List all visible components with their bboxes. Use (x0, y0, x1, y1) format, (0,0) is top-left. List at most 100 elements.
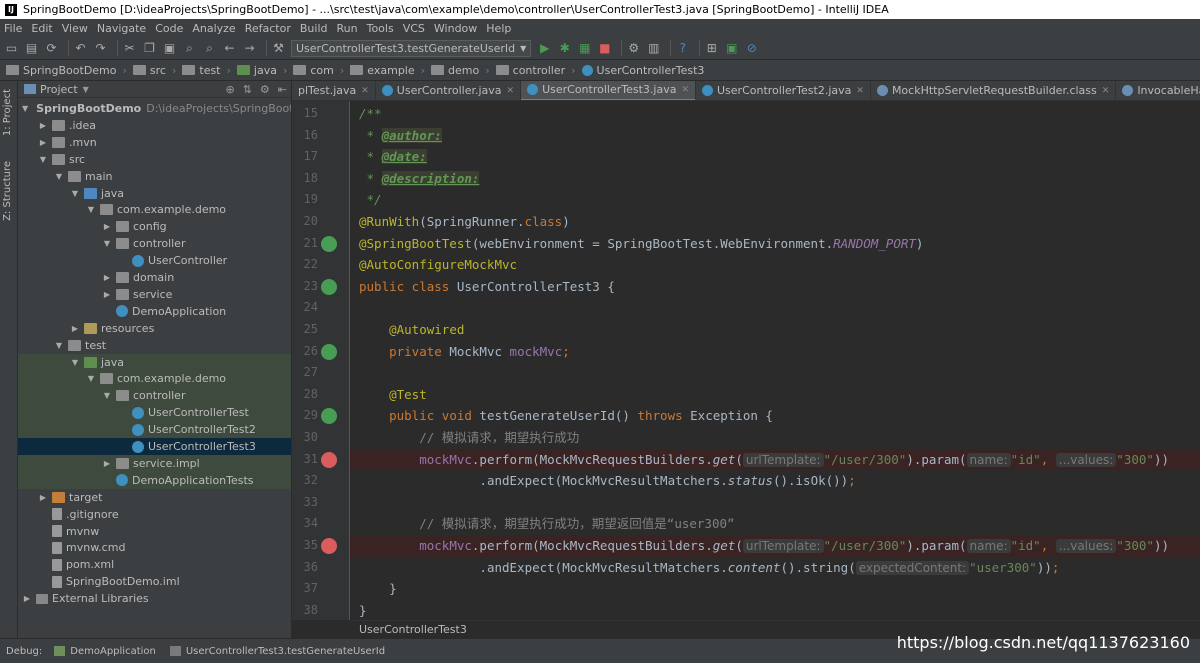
chevron-right-icon[interactable]: ▶ (38, 493, 48, 502)
stop-icon[interactable]: ■ (597, 41, 612, 56)
paste-icon[interactable]: ▣ (162, 41, 177, 56)
replace-icon[interactable]: ⌕ (202, 41, 217, 56)
editor-tab[interactable]: InvocableHandlerMethod.class✕ (1116, 81, 1200, 100)
chevron-right-icon[interactable]: ▶ (102, 222, 112, 231)
chevron-down-icon[interactable]: ▼ (102, 391, 112, 400)
breadcrumb-item[interactable]: UserControllerTest3 (581, 64, 704, 77)
menu-item-navigate[interactable]: Navigate (97, 22, 146, 35)
menu-item-code[interactable]: Code (155, 22, 183, 35)
tree-item[interactable]: ▶ External Libraries (18, 590, 291, 607)
code-line[interactable]: * @author: (350, 125, 1200, 147)
menu-item-window[interactable]: Window (434, 22, 477, 35)
debug-tab-demo-application[interactable]: DemoApplication (54, 646, 156, 657)
redo-icon[interactable]: ↷ (93, 41, 108, 56)
editor-tab[interactable]: UserControllerTest3.java ✕ (521, 81, 696, 100)
code-line[interactable] (350, 492, 1200, 514)
code-line[interactable]: /** (350, 103, 1200, 125)
chevron-right-icon[interactable]: ▶ (22, 594, 32, 603)
run-gutter-icon[interactable] (321, 235, 337, 252)
vcs-icon[interactable]: ⊞ (704, 41, 719, 56)
chevron-right-icon[interactable]: ▶ (102, 273, 112, 282)
tree-item[interactable]: ▶ target (18, 489, 291, 506)
chevron-right-icon[interactable]: ▶ (102, 290, 112, 299)
run-configuration-select[interactable]: UserControllerTest3.testGenerateUserId ▼ (291, 39, 532, 57)
menu-item-edit[interactable]: Edit (31, 22, 52, 35)
chevron-down-icon[interactable]: ▼ (70, 358, 80, 367)
breadcrumb-item[interactable]: src › (132, 64, 176, 77)
tree-item[interactable]: DemoApplication (18, 303, 291, 320)
breadcrumb-item[interactable]: java › (236, 64, 287, 77)
save-all-icon[interactable]: ▤ (24, 41, 39, 56)
settings-icon[interactable]: ⚙ (626, 41, 641, 56)
build-icon[interactable]: ⚒ (271, 41, 286, 56)
code-line[interactable]: mockMvc.perform(MockMvcRequestBuilders.g… (350, 535, 1200, 557)
coverage-icon[interactable]: ▦ (577, 41, 592, 56)
tree-item[interactable]: ▼ controller (18, 235, 291, 252)
code-line[interactable]: public void testGenerateUserId() throws … (350, 405, 1200, 427)
editor-tab[interactable]: UserControllerTest2.java ✕ (696, 81, 871, 100)
editor-tab[interactable]: plTest.java ✕ (292, 81, 376, 100)
breadcrumb-item[interactable]: demo › (431, 64, 490, 77)
menu-item-vcs[interactable]: VCS (403, 22, 425, 35)
menu-item-file[interactable]: File (4, 22, 22, 35)
editor-tab[interactable]: UserController.java ✕ (376, 81, 522, 100)
code-line[interactable]: */ (350, 189, 1200, 211)
help-icon[interactable]: ? (675, 41, 690, 56)
close-icon[interactable]: ✕ (856, 86, 864, 96)
breadcrumb-item[interactable]: example › (350, 64, 425, 77)
tree-item[interactable]: ▼ com.example.demo (18, 370, 291, 388)
code-line[interactable]: mockMvc.perform(MockMvcRequestBuilders.g… (350, 448, 1200, 471)
menu-item-run[interactable]: Run (337, 22, 358, 35)
find-icon[interactable]: ⌕ (182, 41, 197, 56)
menu-item-refactor[interactable]: Refactor (245, 22, 291, 35)
chevron-right-icon[interactable]: ▶ (70, 324, 80, 333)
code-line[interactable]: @AutoConfigureMockMvc (350, 254, 1200, 276)
breakpoint-icon[interactable] (321, 451, 337, 468)
tree-item[interactable]: pom.xml (18, 556, 291, 573)
tree-item[interactable]: ▼ src (18, 151, 291, 168)
debug-icon[interactable]: ✱ (557, 41, 572, 56)
tree-item[interactable]: ▶ domain (18, 269, 291, 286)
close-icon[interactable]: ✕ (1102, 86, 1110, 96)
editor-breadcrumb-class[interactable]: UserControllerTest3 (359, 623, 467, 636)
chevron-down-icon[interactable]: ▼ (102, 239, 112, 248)
close-icon[interactable]: ✕ (681, 85, 689, 95)
breadcrumb-item[interactable]: test › (182, 64, 231, 77)
collapse-icon[interactable]: ⇅ (243, 83, 252, 96)
menu-item-view[interactable]: View (62, 22, 88, 35)
code-line[interactable]: .andExpect(MockMvcResultMatchers.status(… (350, 470, 1200, 492)
chevron-down-icon[interactable]: ▼ (83, 85, 89, 94)
tree-item[interactable]: DemoApplicationTests (18, 471, 291, 489)
code-line[interactable]: @Autowired (350, 319, 1200, 341)
tree-item[interactable]: ▼ SpringBootDemo D:\ideaProjects\SpringBoo… (18, 100, 291, 117)
run-gutter-icon[interactable] (321, 408, 337, 425)
breadcrumb-item[interactable]: controller › (495, 64, 576, 77)
code-line[interactable] (350, 362, 1200, 384)
chevron-right-icon[interactable]: ▶ (102, 459, 112, 468)
tree-item[interactable]: UserControllerTest2 (18, 421, 291, 439)
tree-item[interactable]: UserControllerTest3 (18, 438, 291, 455)
tree-item[interactable]: ▼ com.example.demo (18, 201, 291, 218)
run-gutter-icon[interactable] (321, 343, 337, 360)
project-view-select[interactable]: Project (40, 83, 78, 96)
code-line[interactable]: * @date: (350, 146, 1200, 168)
sync-icon[interactable]: ⟳ (44, 41, 59, 56)
menu-item-help[interactable]: Help (486, 22, 511, 35)
tree-item[interactable]: ▼ controller (18, 387, 291, 405)
code-line[interactable]: @SpringBootTest(webEnvironment = SpringB… (350, 233, 1200, 255)
chevron-down-icon[interactable]: ▼ (86, 205, 96, 214)
target-icon[interactable]: ⊕ (225, 83, 234, 96)
project-structure-icon[interactable]: ▥ (646, 41, 661, 56)
code-line[interactable]: @RunWith(SpringRunner.class) (350, 211, 1200, 233)
tree-item[interactable]: ▶ service (18, 286, 291, 303)
tree-item[interactable]: ▼ main (18, 168, 291, 185)
chevron-down-icon[interactable]: ▼ (54, 341, 64, 350)
code-line[interactable]: @Test (350, 384, 1200, 406)
chevron-down-icon[interactable]: ▼ (38, 155, 48, 164)
menu-item-tools[interactable]: Tools (367, 22, 394, 35)
run-gutter-icon[interactable] (321, 278, 337, 295)
menu-item-build[interactable]: Build (300, 22, 328, 35)
tree-item[interactable]: ▶ service.impl (18, 454, 291, 472)
back-icon[interactable]: ← (222, 41, 237, 56)
code-line[interactable]: } (350, 578, 1200, 600)
